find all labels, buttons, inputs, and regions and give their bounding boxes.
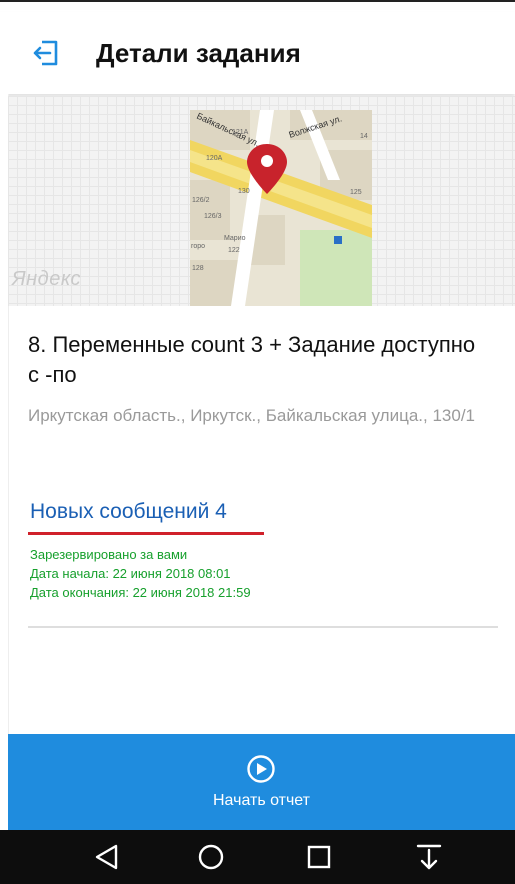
status-end-date: Дата окончания: 22 июня 2018 21:59 — [30, 585, 251, 600]
start-report-button[interactable]: Начать отчет — [8, 734, 515, 830]
map-view[interactable]: Байкальская ул. Волжская ул. 121А 120А 1… — [190, 110, 372, 306]
map-watermark: Яндекс — [12, 268, 82, 290]
status-start-date: Дата начала: 22 июня 2018 08:01 — [30, 566, 231, 581]
map-label-126-2: 126/2 — [192, 197, 210, 204]
start-report-label: Начать отчет — [213, 792, 310, 809]
new-messages-link[interactable]: Новых сообщений 4 — [30, 500, 227, 524]
download-arrow-icon[interactable] — [414, 842, 444, 872]
task-address: Иркутская область., Иркутск., Байкальска… — [28, 406, 475, 425]
task-title: 8. Переменные count 3 + Задание доступно… — [28, 332, 476, 387]
map-label-121a: 121А — [232, 129, 249, 136]
map-label-126-3: 126/3 — [204, 213, 222, 220]
recents-square-icon[interactable] — [304, 842, 334, 872]
map-label-122: 122 — [228, 247, 240, 254]
map-label-goro: горо — [191, 243, 205, 250]
home-circle-icon[interactable] — [196, 842, 226, 872]
map-svg: Байкальская ул. Волжская ул. 121А 120А 1… — [190, 110, 372, 306]
system-nav-bar — [0, 830, 515, 884]
app-header: Детали задания — [0, 12, 515, 94]
map-label-128: 128 — [192, 265, 204, 272]
play-circle-icon — [247, 755, 275, 783]
messages-underline — [28, 532, 264, 535]
status-reserved: Зарезервировано за вами — [30, 547, 188, 562]
map-label-mario: Марио — [224, 235, 246, 242]
exit-icon[interactable] — [32, 38, 62, 68]
map-label-125: 125 — [350, 189, 362, 196]
map-label-130: 130 — [238, 188, 250, 195]
map-label-14: 14 — [360, 133, 368, 140]
map-label-120a: 120А — [206, 155, 223, 162]
page-title: Детали задания — [96, 38, 301, 68]
status-bar — [0, 0, 515, 10]
divider — [28, 626, 498, 628]
back-triangle-icon[interactable] — [92, 842, 122, 872]
